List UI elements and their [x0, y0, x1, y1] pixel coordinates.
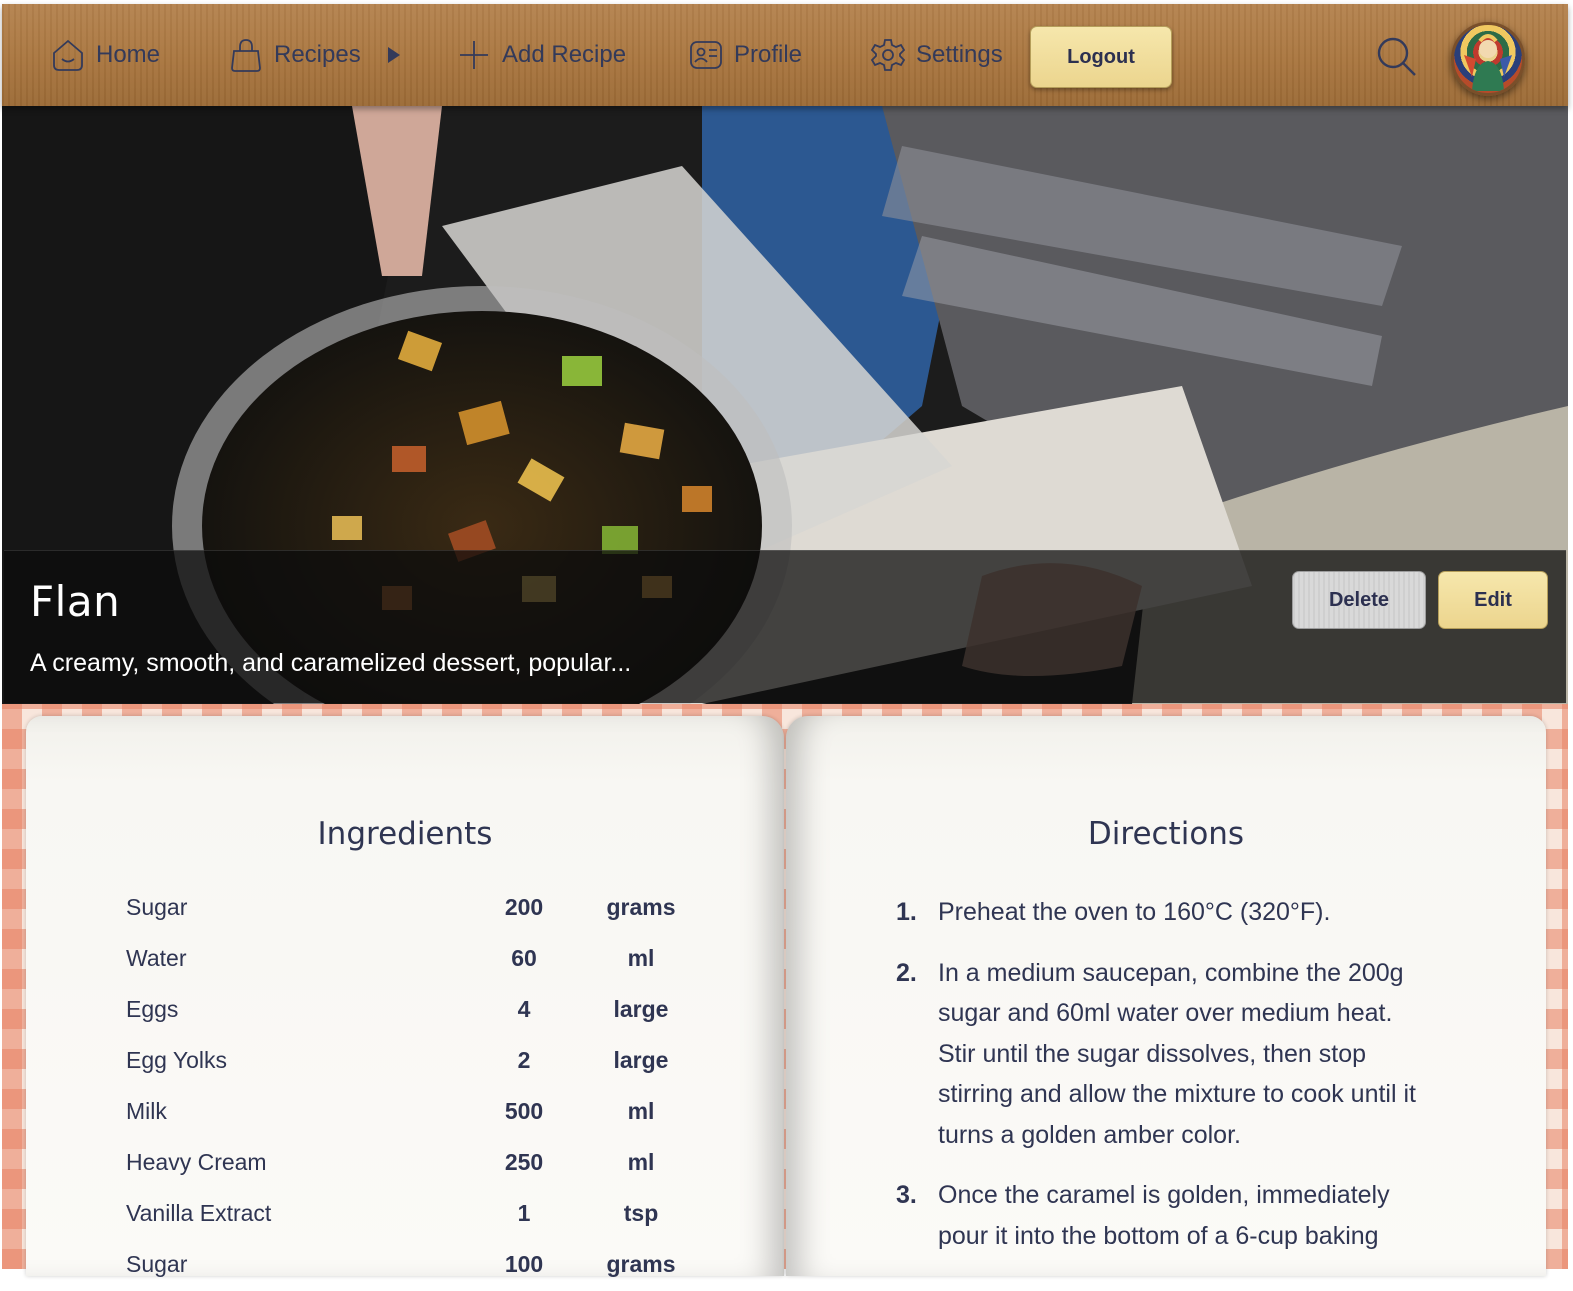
ingredient-name: Eggs	[126, 996, 179, 1022]
ingredient-unit: large	[613, 1047, 669, 1073]
direction-step: 3. Once the caramel is golden, immediate…	[896, 1175, 1436, 1256]
ingredient-qty: 500	[504, 1098, 544, 1124]
ingredient-row: Sugar 200 grams	[26, 894, 784, 934]
ingredient-unit: ml	[627, 1098, 655, 1124]
ingredient-unit: tsp	[623, 1200, 659, 1226]
plus-icon	[460, 41, 488, 69]
step-number: 3.	[896, 1181, 917, 1209]
nav-recipes[interactable]: Recipes	[228, 4, 401, 106]
recipe-description: A creamy, smooth, and caramelized desser…	[30, 649, 632, 677]
step-text: Once the caramel is golden, immediately …	[938, 1181, 1390, 1250]
nav-recipes-label: Recipes	[274, 41, 361, 68]
edit-button[interactable]: Edit	[1438, 571, 1548, 629]
home-icon	[53, 39, 83, 71]
caret-right-icon[interactable]	[387, 46, 401, 64]
step-text: Preheat the oven to 160°C (320°F).	[938, 898, 1331, 926]
ingredient-name: Vanilla Extract	[126, 1200, 272, 1226]
id-card-icon	[690, 41, 722, 69]
avatar-image	[1464, 34, 1512, 91]
ingredient-row: Sugar 100 grams	[26, 1251, 784, 1291]
ingredients-page: Ingredients Sugar 200 grams Water 60 ml …	[26, 716, 784, 1277]
hero-banner: Flan A creamy, smooth, and caramelized d…	[2, 106, 1568, 704]
bag-icon	[231, 39, 261, 72]
nav-settings[interactable]: Settings	[870, 4, 1003, 106]
ingredient-unit: ml	[627, 945, 655, 971]
direction-step: 1. Preheat the oven to 160°C (320°F).	[896, 892, 1436, 933]
ingredient-name: Egg Yolks	[126, 1047, 228, 1073]
gear-icon	[870, 39, 906, 71]
ingredient-name: Milk	[126, 1098, 167, 1124]
ingredient-unit: large	[613, 996, 669, 1022]
ingredient-qty: 2	[517, 1047, 531, 1073]
step-number: 2.	[896, 958, 917, 987]
nav-home[interactable]: Home	[50, 4, 160, 106]
nav-add-recipe[interactable]: Add Recipe	[456, 4, 626, 106]
ingredient-row: Heavy Cream 250 ml	[26, 1149, 784, 1189]
search-button[interactable]	[1374, 34, 1418, 78]
directions-heading: Directions	[1087, 816, 1245, 852]
ingredient-row: Egg Yolks 2 large	[26, 1047, 784, 1087]
ingredient-qty: 4	[517, 996, 531, 1022]
direction-step: 2. In a medium saucepan, combine the 200…	[896, 953, 1436, 1156]
search-icon	[1377, 37, 1416, 76]
ingredient-unit: grams	[606, 894, 676, 920]
ingredient-qty: 200	[504, 894, 544, 920]
recipe-title: Flan	[30, 577, 121, 626]
ingredient-name: Sugar	[126, 1251, 188, 1277]
delete-button[interactable]: Delete	[1292, 571, 1426, 629]
directions-list: 1. Preheat the oven to 160°C (320°F). 2.…	[896, 892, 1436, 1276]
ingredient-name: Sugar	[126, 894, 188, 920]
nav-settings-label: Settings	[916, 41, 1003, 68]
ingredient-qty: 100	[504, 1251, 544, 1277]
nav-home-label: Home	[96, 41, 161, 68]
top-navbar: Home Recipes Add Recipe Profile Settings…	[2, 4, 1568, 106]
ingredient-qty: 60	[511, 945, 537, 971]
nav-add-recipe-label: Add Recipe	[502, 41, 627, 68]
ingredient-qty: 1	[517, 1200, 531, 1226]
step-number: 1.	[896, 898, 917, 926]
nav-profile-label: Profile	[734, 41, 803, 68]
ingredient-qty: 250	[504, 1149, 544, 1175]
ingredient-name: Water	[126, 945, 187, 971]
ingredient-unit: grams	[606, 1251, 676, 1277]
step-text: In a medium saucepan, combine the 200g s…	[938, 958, 1416, 1149]
ingredients-heading: Ingredients	[317, 816, 493, 852]
ingredient-name: Heavy Cream	[126, 1149, 267, 1175]
recipe-header-panel: Flan A creamy, smooth, and caramelized d…	[4, 550, 1566, 703]
logout-button[interactable]: Logout	[1030, 26, 1172, 88]
ingredient-row: Vanilla Extract 1 tsp	[26, 1200, 784, 1240]
nav-profile[interactable]: Profile	[688, 4, 802, 106]
avatar[interactable]	[1451, 22, 1525, 96]
ingredient-unit: ml	[627, 1149, 655, 1175]
ingredient-row: Milk 500 ml	[26, 1098, 784, 1138]
ingredient-row: Water 60 ml	[26, 945, 784, 985]
directions-page: Directions 1. Preheat the oven to 160°C …	[786, 716, 1546, 1276]
ingredient-row: Eggs 4 large	[26, 996, 784, 1036]
